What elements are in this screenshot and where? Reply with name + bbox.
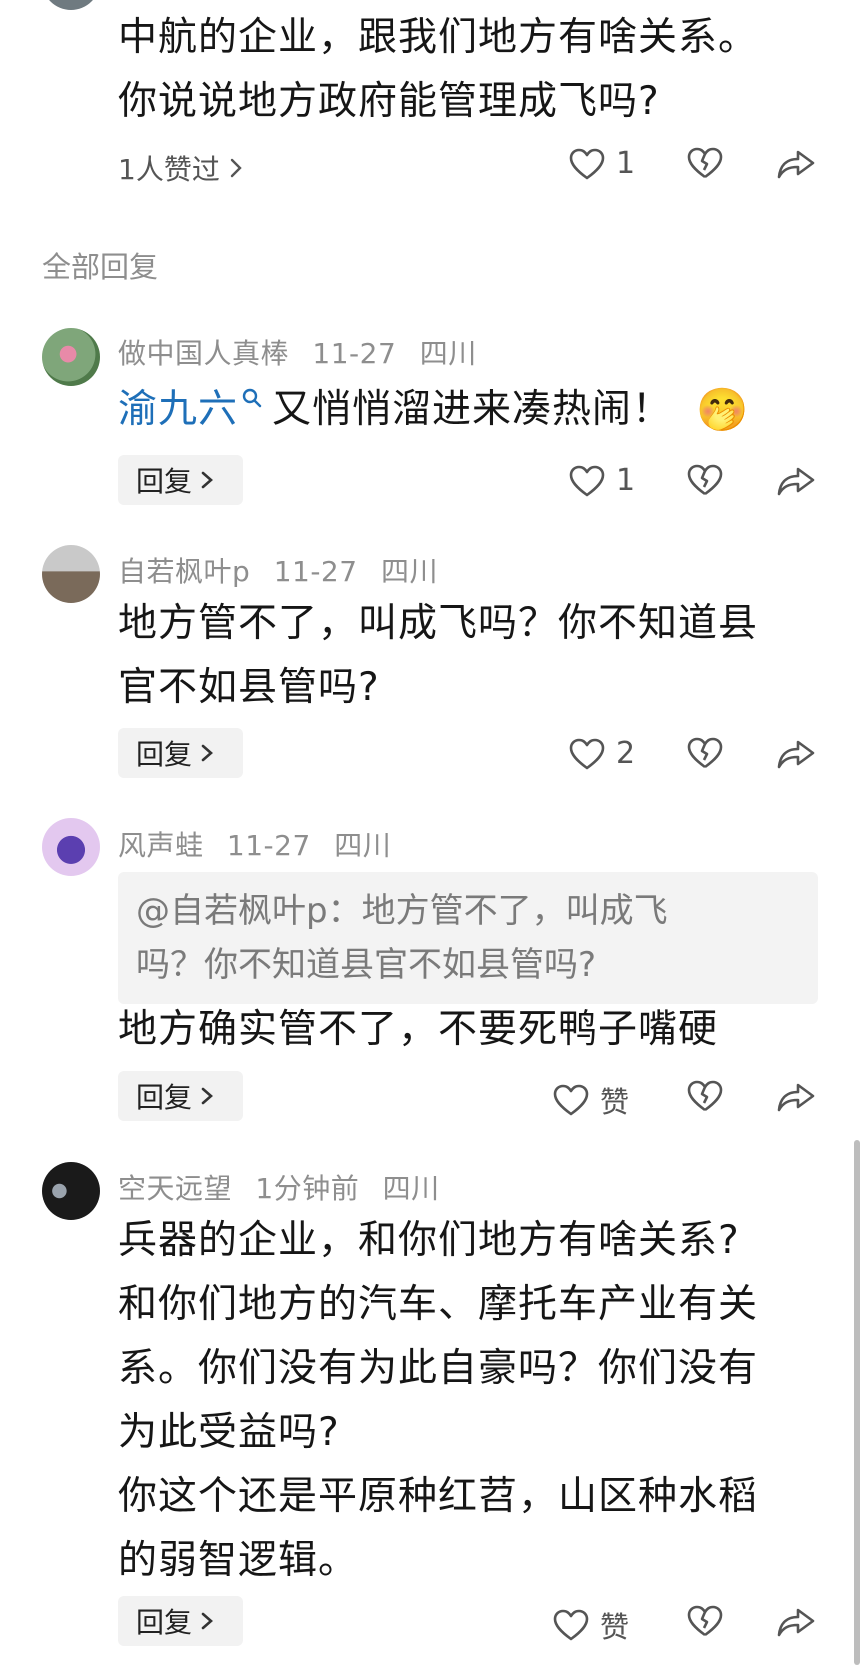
comment-text: 地方管不了，叫成飞吗？你不知道县 官不如县管吗? — [118, 592, 758, 720]
like-button[interactable]: 1 — [568, 146, 635, 181]
author-name[interactable]: 自若枫叶p — [118, 555, 250, 588]
broken-heart-icon — [687, 1080, 723, 1112]
heart-outline-icon — [553, 1609, 589, 1641]
scrollbar[interactable] — [854, 1140, 860, 1665]
like-button[interactable]: 2 — [568, 736, 635, 771]
quote-line: @自若枫叶p：地方管不了，叫成飞 — [136, 891, 668, 931]
share-button[interactable] — [776, 738, 816, 770]
share-button[interactable] — [776, 1606, 816, 1638]
avatar[interactable] — [42, 545, 100, 603]
comment-date: 1分钟前 — [255, 1172, 360, 1205]
liked-by-link[interactable]: 1人赞过 — [118, 148, 244, 188]
comment-text: 中航的企业，跟我们地方有啥关系。 你说说地方政府能管理成飞吗? — [118, 6, 758, 134]
avatar[interactable] — [42, 0, 100, 10]
mention-link[interactable]: 渝九六 — [118, 378, 238, 442]
author-name[interactable]: 做中国人真棒 — [118, 337, 289, 370]
reply-button[interactable]: 回复 — [118, 1071, 243, 1121]
avatar[interactable] — [42, 1162, 100, 1220]
reply-label: 回复 — [136, 1606, 193, 1639]
comment-line: 中航的企业，跟我们地方有啥关系。 — [118, 15, 759, 60]
dislike-button[interactable] — [686, 736, 724, 770]
share-arrow-icon — [777, 467, 815, 496]
reply-button[interactable]: 回复 — [118, 455, 243, 505]
dislike-button[interactable] — [686, 1604, 724, 1638]
chevron-right-icon — [201, 471, 213, 489]
heart-outline-icon — [569, 465, 605, 496]
like-button[interactable]: 赞 — [552, 1604, 629, 1646]
like-label: 赞 — [600, 1085, 630, 1119]
like-button[interactable]: 1 — [568, 463, 635, 498]
avatar[interactable] — [42, 818, 100, 876]
comment-meta: 风声蛙 11-27 四川 — [118, 824, 405, 864]
heart-outline-icon — [569, 738, 605, 769]
share-button[interactable] — [776, 1081, 816, 1113]
comment-location: 四川 — [419, 337, 477, 370]
reply-button[interactable]: 回复 — [118, 728, 243, 778]
comment-line: 的弱智逻辑。 — [118, 1538, 359, 1583]
comment-line: 地方管不了，叫成飞吗？你不知道县 — [118, 601, 759, 646]
comment-location: 四川 — [380, 555, 438, 588]
emoji-hand-over-mouth: 🤭 — [696, 385, 750, 434]
comment-text: 兵器的企业，和你们地方有啥关系? 和你们地方的汽车、摩托车产业有关 系。你们没有… — [118, 1209, 758, 1593]
share-button[interactable] — [776, 148, 816, 180]
comment-date: 11-27 — [226, 829, 311, 862]
comment-line: 系。你们没有为此自豪吗？你们没有 — [118, 1346, 759, 1391]
quote-line: 吗？你不知道县官不如县管吗? — [136, 945, 597, 985]
like-label: 赞 — [600, 1610, 630, 1644]
comment-line: 为此受益吗? — [118, 1410, 340, 1455]
comment-body: 又悄悄溜进来凑热闹！ — [272, 387, 673, 432]
chevron-right-icon — [201, 1612, 213, 1630]
dislike-button[interactable] — [686, 1079, 724, 1113]
comment-line: 你这个还是平原种红苕，山区种水稻 — [118, 1474, 759, 1519]
comment-line: 你说说地方政府能管理成飞吗? — [118, 79, 660, 124]
reply-label: 回复 — [136, 738, 193, 771]
comment-meta: 做中国人真棒 11-27 四川 — [118, 332, 491, 372]
share-button[interactable] — [776, 465, 816, 497]
comment-meta: 自若枫叶p 11-27 四川 — [118, 550, 452, 590]
comment-text: 地方确实管不了，不要死鸭子嘴硬 — [118, 1007, 719, 1052]
broken-heart-icon — [687, 737, 723, 769]
author-name[interactable]: 空天远望 — [118, 1172, 232, 1205]
comment-date: 11-27 — [273, 555, 358, 588]
like-button[interactable]: 赞 — [552, 1079, 629, 1121]
chevron-right-icon — [201, 1087, 213, 1105]
share-arrow-icon — [777, 1083, 815, 1112]
like-count: 2 — [616, 736, 636, 771]
reply-button[interactable]: 回复 — [118, 1596, 243, 1646]
section-title: 全部回复 — [42, 250, 159, 284]
comment-line: 和你们地方的汽车、摩托车产业有关 — [118, 1282, 759, 1327]
broken-heart-icon — [687, 464, 723, 496]
comment-line: 兵器的企业，和你们地方有啥关系? — [118, 1218, 740, 1263]
comment-meta: 空天远望 1分钟前 四川 — [118, 1167, 454, 1207]
comment-location: 四川 — [334, 829, 392, 862]
comment-location: 四川 — [382, 1172, 440, 1205]
share-arrow-icon — [777, 1608, 815, 1637]
comment-date: 11-27 — [312, 337, 397, 370]
share-arrow-icon — [777, 740, 815, 769]
chevron-right-icon — [201, 744, 213, 762]
heart-outline-icon — [553, 1084, 589, 1116]
reply-label: 回复 — [136, 1081, 193, 1114]
quoted-comment[interactable]: @自若枫叶p：地方管不了，叫成飞 吗？你不知道县官不如县管吗? — [118, 872, 818, 1004]
like-count: 1 — [616, 463, 636, 498]
author-name[interactable]: 风声蛙 — [118, 829, 204, 862]
chevron-right-icon — [230, 158, 242, 178]
liked-by-label: 1人赞过 — [118, 153, 220, 186]
comment-line: 官不如县管吗? — [118, 665, 380, 710]
dislike-button[interactable] — [686, 146, 724, 180]
dislike-button[interactable] — [686, 463, 724, 497]
broken-heart-icon — [687, 1605, 723, 1637]
broken-heart-icon — [687, 147, 723, 179]
heart-outline-icon — [569, 148, 605, 179]
avatar[interactable] — [42, 328, 100, 386]
reply-label: 回复 — [136, 465, 193, 498]
like-count: 1 — [616, 146, 636, 181]
search-icon — [242, 388, 262, 408]
share-arrow-icon — [777, 150, 815, 179]
comment-text: 渝九六 又悄悄溜进来凑热闹！ 🤭 — [118, 378, 749, 442]
